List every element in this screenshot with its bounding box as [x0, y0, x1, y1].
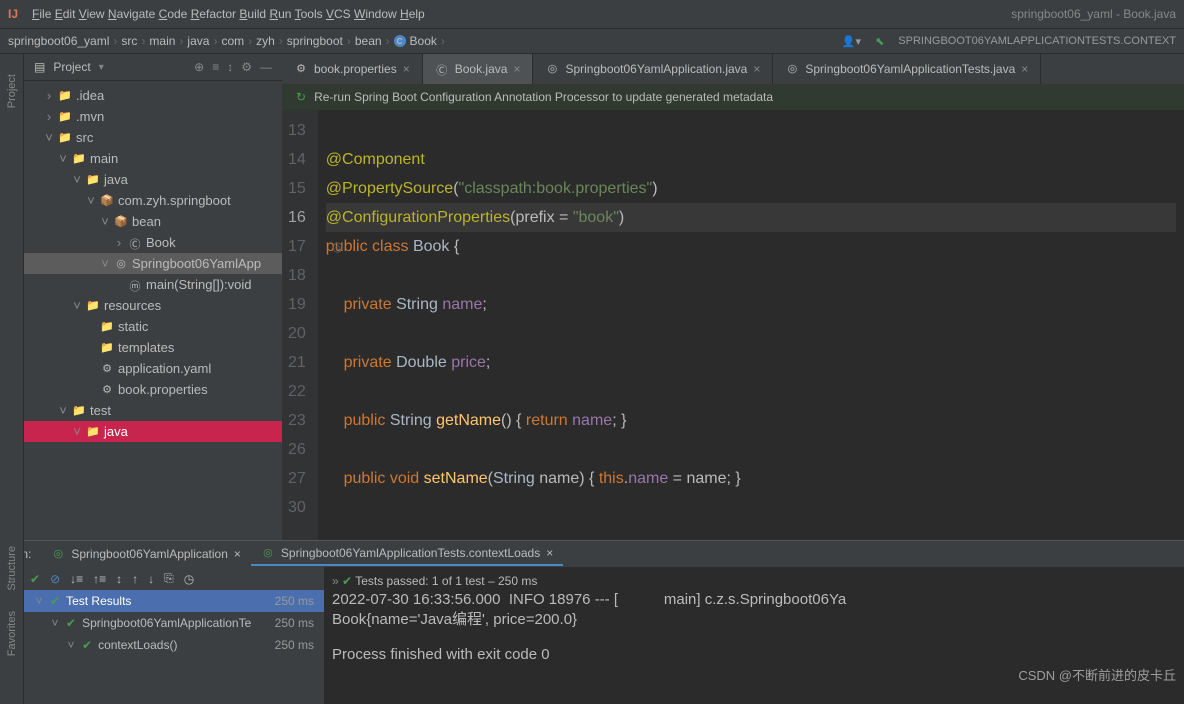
file-icon: ◎: [785, 62, 799, 76]
tool-strip-left: Project: [0, 54, 24, 540]
close-icon[interactable]: ×: [513, 62, 520, 76]
tree-item[interactable]: ˅ 📁 java: [24, 169, 282, 190]
crumb[interactable]: springboot: [287, 34, 343, 48]
close-icon[interactable]: ×: [753, 62, 760, 76]
menu-window[interactable]: Window: [354, 7, 397, 21]
tree-item[interactable]: ⓜ main(String[]):void: [24, 274, 282, 295]
window-title: springboot06_yaml - Book.java: [1011, 7, 1176, 21]
project-tool-window: ▤ Project ▾ ⊕ ≡ ↕ ⚙ — › 📁 .idea › 📁 .mvn…: [24, 54, 282, 540]
tree-item[interactable]: › 📁 .idea: [24, 85, 282, 106]
close-icon[interactable]: ×: [403, 62, 410, 76]
tree-item[interactable]: 📁 static: [24, 316, 282, 337]
run-config-icon: ◎: [51, 547, 65, 561]
toggle-icon[interactable]: ⊘: [50, 572, 60, 586]
run-config-icon: ◎: [261, 546, 275, 560]
test-result-row[interactable]: ˅✔contextLoads()250 ms: [24, 634, 324, 656]
crumb[interactable]: src: [121, 34, 137, 48]
editor-tab[interactable]: ◎ Springboot06YamlApplicationTests.java …: [773, 54, 1041, 84]
menu-vcs[interactable]: VCS: [326, 7, 351, 21]
watermark: CSDN @不断前进的皮卡丘: [1018, 665, 1176, 684]
tree-item[interactable]: ˅ ◎ Springboot06YamlApp: [24, 253, 282, 274]
file-icon: ⚙: [294, 62, 308, 76]
tree-item[interactable]: ˅ 📦 bean: [24, 211, 282, 232]
file-icon: ◎: [545, 62, 559, 76]
clock-icon[interactable]: ◷: [184, 572, 194, 586]
test-result-row[interactable]: ˅✔Springboot06YamlApplicationTe250 ms: [24, 612, 324, 634]
target-icon[interactable]: ⊕: [194, 60, 204, 74]
sort2-icon[interactable]: ↑≡: [93, 572, 106, 586]
menu-bar: IJ File Edit View Navigate Code Refactor…: [0, 0, 1184, 28]
menu-edit[interactable]: Edit: [55, 7, 76, 21]
crumb[interactable]: springboot06_yaml: [8, 34, 109, 48]
app-icon: IJ: [8, 7, 18, 21]
strip-project[interactable]: Project: [6, 74, 18, 108]
crumb[interactable]: java: [187, 34, 209, 48]
tree-item[interactable]: ˅ 📁 resources: [24, 295, 282, 316]
crumb[interactable]: main: [149, 34, 175, 48]
menu-build[interactable]: Build: [239, 7, 266, 21]
crumb[interactable]: Book: [410, 34, 437, 48]
settings-icon[interactable]: ⚙: [241, 60, 252, 74]
hide-icon[interactable]: —: [260, 60, 272, 74]
expand-icon[interactable]: ↕: [116, 572, 122, 586]
breadcrumb[interactable]: springboot06_yaml › src › main › java › …: [8, 34, 445, 48]
menu-navigate[interactable]: Navigate: [108, 7, 155, 21]
collapse-icon[interactable]: ≡: [212, 60, 219, 74]
menu-code[interactable]: Code: [159, 7, 188, 21]
menu-run[interactable]: Run: [269, 7, 291, 21]
close-icon[interactable]: ×: [546, 546, 553, 560]
tree-item[interactable]: ⚙ application.yaml: [24, 358, 282, 379]
run-tab[interactable]: ◎ Springboot06YamlApplicationTests.conte…: [251, 542, 563, 566]
tree-item[interactable]: ˅ 📁 main: [24, 148, 282, 169]
close-icon[interactable]: ×: [1021, 62, 1028, 76]
build-icon[interactable]: ⬉: [875, 35, 884, 48]
tree-item[interactable]: ˅ 📁 src: [24, 127, 282, 148]
tree-item[interactable]: ˅ 📁 test: [24, 400, 282, 421]
refresh-icon: ↻: [296, 90, 306, 104]
editor-tab[interactable]: ⚙ book.properties ×: [282, 54, 423, 84]
menu-tools[interactable]: Tools: [295, 7, 323, 21]
notification-banner[interactable]: ↻ Re-run Spring Boot Configuration Annot…: [282, 84, 1184, 110]
code-editor[interactable]: 1314151617181920212223262730◎ @Component…: [282, 110, 1184, 540]
menu-file[interactable]: File: [32, 7, 51, 21]
tree-item[interactable]: ˅ 📦 com.zyh.springboot: [24, 190, 282, 211]
run-config[interactable]: SPRINGBOOT06YAMLAPPLICATIONTESTS.CONTEXT: [898, 35, 1176, 47]
editor-tabs: ⚙ book.properties × Ⓒ Book.java × ◎ Spri…: [282, 54, 1184, 84]
tree-item[interactable]: › Ⓒ Book: [24, 232, 282, 253]
project-tree[interactable]: › 📁 .idea › 📁 .mvn ˅ 📁 src ˅ 📁 main ˅ 📁 …: [24, 81, 282, 540]
test-result-row[interactable]: ˅✔Test Results250 ms: [24, 590, 324, 612]
editor-tab[interactable]: Ⓒ Book.java ×: [423, 54, 534, 84]
crumb[interactable]: bean: [355, 34, 382, 48]
crumb[interactable]: com: [221, 34, 244, 48]
crumb[interactable]: zyh: [256, 34, 275, 48]
editor-tab[interactable]: ◎ Springboot06YamlApplication.java ×: [533, 54, 773, 84]
run-tool-window: Run: ◎ Springboot06YamlApplication × ◎ S…: [0, 540, 1184, 704]
tree-item[interactable]: › 📁 .mvn: [24, 106, 282, 127]
nav-bar: springboot06_yaml › src › main › java › …: [0, 28, 1184, 54]
project-view-icon: ▤: [34, 60, 45, 74]
collapse-icon[interactable]: ↑: [132, 572, 138, 586]
run-tab[interactable]: ◎ Springboot06YamlApplication ×: [41, 543, 251, 565]
tree-item[interactable]: 📁 templates: [24, 337, 282, 358]
project-title[interactable]: Project: [53, 60, 90, 74]
prev-icon[interactable]: ↓: [148, 572, 154, 586]
menu-refactor[interactable]: Refactor: [191, 7, 236, 21]
check-icon[interactable]: ✔: [30, 572, 40, 586]
editor-gutter: 1314151617181920212223262730◎: [282, 110, 318, 540]
expand-icon[interactable]: ↕: [227, 60, 233, 74]
export-icon[interactable]: ⎘: [164, 571, 174, 586]
strip-structure[interactable]: Structure: [6, 546, 18, 591]
tree-item[interactable]: ⚙ book.properties: [24, 379, 282, 400]
tree-item[interactable]: ˅ 📁 java: [24, 421, 282, 442]
close-icon[interactable]: ×: [234, 547, 241, 561]
menu-help[interactable]: Help: [400, 7, 425, 21]
menu-view[interactable]: View: [79, 7, 105, 21]
user-icon[interactable]: 👤▾: [842, 35, 861, 48]
file-icon: Ⓒ: [435, 62, 449, 76]
strip-favorites[interactable]: Favorites: [6, 611, 18, 656]
sort-icon[interactable]: ↓≡: [70, 572, 83, 586]
